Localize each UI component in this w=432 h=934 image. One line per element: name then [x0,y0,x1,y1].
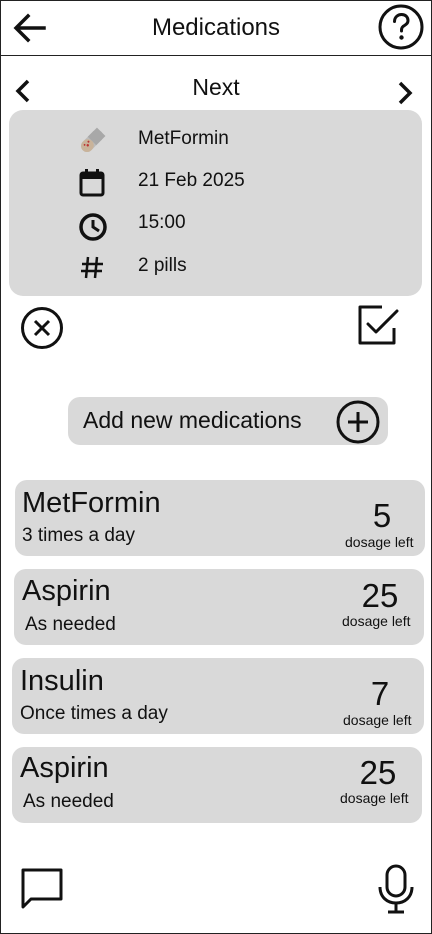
medication-frequency: As needed [25,614,116,635]
medication-card[interactable]: MetFormin 3 times a day 5 dosage left [15,480,425,556]
dosage-left-label: dosage left [342,613,411,629]
dosage-count: 25 [359,754,397,791]
medication-card[interactable]: Aspirin As needed 25 dosage left [12,747,422,823]
voice-input-button[interactable] [374,862,418,916]
chat-bubble-icon [21,868,63,909]
dose-navigator: Next [0,72,432,106]
dosage-count: 25 [361,577,399,614]
medication-name: Insulin [20,665,104,697]
dosage-count: 5 [372,497,392,534]
dose-time-row: 15:00 [9,204,422,244]
medication-card[interactable]: Insulin Once times a day 7 dosage left [12,658,424,734]
dose-time: 15:00 [138,212,186,233]
medication-name: MetFormin [22,487,161,519]
calendar-icon [75,166,109,200]
medication-card[interactable]: Aspirin As needed 25 dosage left [14,569,424,645]
dose-date-row: 21 Feb 2025 [9,162,422,202]
medication-frequency: Once times a day [20,703,168,724]
dose-quantity: 2 pills [138,255,187,276]
chat-button[interactable] [19,866,65,912]
navigator-label: Next [192,74,240,100]
clock-icon [75,208,109,242]
dose-name-row: MetFormin [9,120,422,160]
add-medication-button[interactable]: Add new medications [68,397,388,445]
dosage-left-label: dosage left [343,712,412,728]
medication-name: Aspirin [20,752,109,784]
question-circle-icon [378,4,424,50]
medication-frequency: As needed [23,791,114,812]
checkbox-checked-icon [358,305,399,345]
pill-icon [75,124,109,158]
next-button[interactable] [392,78,418,108]
chevron-right-icon [398,81,413,105]
plus-circle-icon [336,400,380,444]
page-title: Medications [151,14,281,41]
medication-frequency: 3 times a day [22,525,135,546]
help-button[interactable] [377,3,425,51]
microphone-icon [378,864,414,914]
dose-name: MetFormin [138,128,229,149]
dose-date: 21 Feb 2025 [138,170,245,191]
dosage-count: 7 [370,675,390,712]
next-dose-card: MetFormin 21 Feb 2025 15:00 2 pills [9,110,422,296]
header-divider [0,55,432,56]
take-dose-button[interactable] [356,302,402,348]
dosage-left-label: dosage left [340,790,409,806]
hash-icon [75,251,109,285]
medication-name: Aspirin [22,575,111,607]
dosage-left-label: dosage left [345,534,414,550]
dose-quantity-row: 2 pills [9,247,422,287]
skip-dose-button[interactable] [19,305,65,351]
close-circle-icon [21,307,63,349]
add-medication-label: Add new medications [83,407,302,433]
